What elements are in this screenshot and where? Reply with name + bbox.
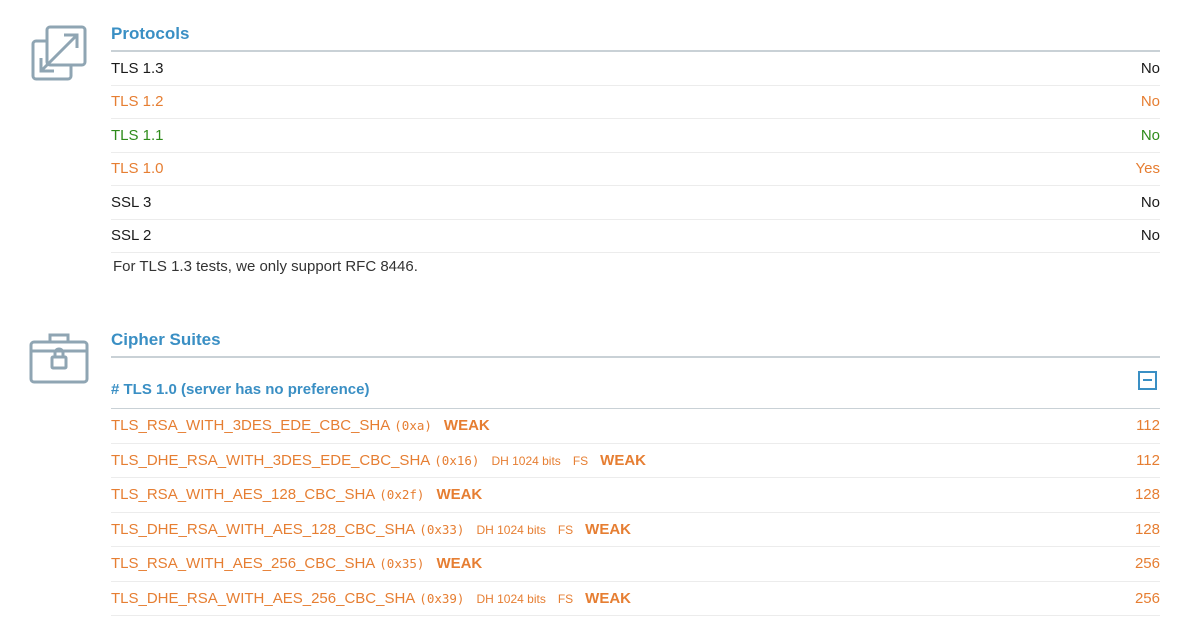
cipher-bits: 256 bbox=[1134, 555, 1160, 573]
cipher-bits: 128 bbox=[1134, 520, 1160, 538]
protocol-supported: No bbox=[1140, 93, 1160, 111]
cipher-name: TLS_DHE_RSA_WITH_AES_256_CBC_SHA bbox=[111, 589, 416, 607]
cipher-bits: 112 bbox=[1136, 417, 1160, 435]
cipher-row: TLS_DHE_RSA_WITH_AES_128_CBC_SHA (0x33) DH… bbox=[111, 513, 1160, 547]
cipher-row: TLS_DHE_RSA_WITH_3DES_EDE_CBC_SHA (0x16) D… bbox=[111, 444, 1160, 478]
cipher-code: (0x39) bbox=[419, 590, 465, 606]
protocol-row: SSL 2 No bbox=[111, 220, 1160, 253]
cipher-fs: FS bbox=[557, 591, 574, 606]
cipher-name: TLS_DHE_RSA_WITH_AES_128_CBC_SHA bbox=[111, 520, 416, 538]
cipher-strength: WEAK bbox=[600, 451, 646, 469]
cipher-code: (0x35) bbox=[379, 556, 425, 572]
protocols-table: TLS 1.3 No TLS 1.2 No TLS 1.1 No TLS 1.0 Yes SSL… bbox=[111, 52, 1160, 253]
group-header-label: # TLS 1.0 (server has no preference) bbox=[111, 380, 370, 398]
cipher-code: (0xa) bbox=[394, 418, 432, 434]
protocols-note: For TLS 1.3 tests, we only support RFC 8… bbox=[113, 258, 418, 275]
cipher-table: TLS_RSA_WITH_3DES_EDE_CBC_SHA (0xa) WEAK 11… bbox=[111, 409, 1160, 616]
cipher-code: (0x33) bbox=[419, 521, 465, 537]
cipher-label: TLS_DHE_RSA_WITH_AES_128_CBC_SHA (0x33) DH… bbox=[111, 521, 1135, 538]
cipher-label: TLS_RSA_WITH_AES_256_CBC_SHA (0x35) WEAK bbox=[111, 555, 1135, 572]
protocol-supported: Yes bbox=[1135, 160, 1160, 178]
protocol-row: TLS 1.2 No bbox=[111, 86, 1160, 119]
cipher-label: TLS_RSA_WITH_3DES_EDE_CBC_SHA (0xa) WEAK bbox=[111, 417, 1136, 434]
cipher-dh: DH 1024 bits bbox=[476, 522, 546, 537]
cipher-row: TLS_DHE_RSA_WITH_AES_256_CBC_SHA (0x39) DH… bbox=[111, 582, 1160, 616]
cipher-strength: WEAK bbox=[585, 520, 631, 538]
protocol-supported: No bbox=[1140, 126, 1160, 144]
lock-briefcase-icon bbox=[28, 326, 90, 388]
cipher-row: TLS_RSA_WITH_AES_128_CBC_SHA (0x2f) WEAK 12… bbox=[111, 478, 1160, 513]
protocol-name: TLS 1.0 bbox=[111, 160, 164, 178]
cipher-strength: WEAK bbox=[436, 486, 483, 504]
tls10-group-header: # TLS 1.0 (server has no preference) bbox=[111, 358, 1160, 409]
cipher-bits: 112 bbox=[1136, 451, 1160, 469]
protocol-name: TLS 1.1 bbox=[111, 126, 164, 144]
protocol-supported: No bbox=[1140, 59, 1160, 77]
cipher-suites-title: Cipher Suites bbox=[111, 320, 1160, 358]
cipher-row: TLS_RSA_WITH_3DES_EDE_CBC_SHA (0xa) WEAK 11… bbox=[111, 409, 1160, 444]
protocol-row: TLS 1.3 No bbox=[111, 52, 1160, 86]
collapse-icon[interactable] bbox=[1138, 370, 1157, 390]
cipher-suites-content: Cipher Suites # TLS 1.0 (server has no p… bbox=[111, 320, 1160, 616]
protocol-supported: No bbox=[1140, 193, 1160, 211]
cipher-strength: WEAK bbox=[585, 589, 631, 607]
cipher-name: TLS_RSA_WITH_3DES_EDE_CBC_SHA bbox=[111, 417, 391, 435]
protocol-name: TLS 1.3 bbox=[111, 59, 164, 77]
protocol-name: TLS 1.2 bbox=[111, 93, 164, 111]
protocol-row: TLS 1.1 No bbox=[111, 119, 1160, 153]
cipher-bits: 256 bbox=[1134, 589, 1160, 607]
cipher-code: (0x16) bbox=[434, 452, 480, 468]
cipher-label: TLS_DHE_RSA_WITH_3DES_EDE_CBC_SHA (0x16) D… bbox=[111, 452, 1136, 469]
protocol-row: SSL 3 No bbox=[111, 186, 1160, 220]
protocol-name: SSL 3 bbox=[111, 193, 152, 211]
cipher-code: (0x2f) bbox=[379, 487, 425, 503]
protocol-name: SSL 2 bbox=[111, 227, 152, 245]
expand-arrows-icon bbox=[28, 22, 90, 84]
cipher-fs: FS bbox=[557, 522, 574, 537]
cipher-dh: DH 1024 bits bbox=[476, 591, 546, 606]
cipher-name: TLS_DHE_RSA_WITH_3DES_EDE_CBC_SHA bbox=[111, 451, 431, 469]
protocol-row: TLS 1.0 Yes bbox=[111, 153, 1160, 186]
cipher-name: TLS_RSA_WITH_AES_256_CBC_SHA bbox=[111, 555, 376, 573]
protocols-title: Protocols bbox=[111, 14, 1160, 52]
cipher-label: TLS_RSA_WITH_AES_128_CBC_SHA (0x2f) WEAK bbox=[111, 486, 1135, 503]
cipher-row: TLS_RSA_WITH_AES_256_CBC_SHA (0x35) WEAK 25… bbox=[111, 547, 1160, 582]
protocol-supported: No bbox=[1140, 227, 1160, 245]
cipher-strength: WEAK bbox=[436, 555, 483, 573]
protocols-content: Protocols TLS 1.3 No TLS 1.2 No TLS 1.1 No TLS… bbox=[111, 14, 1160, 275]
cipher-bits: 128 bbox=[1134, 486, 1160, 504]
cipher-label: TLS_DHE_RSA_WITH_AES_256_CBC_SHA (0x39) DH… bbox=[111, 590, 1135, 607]
cipher-dh: DH 1024 bits bbox=[491, 453, 561, 468]
cipher-name: TLS_RSA_WITH_AES_128_CBC_SHA bbox=[111, 486, 376, 504]
cipher-fs: FS bbox=[572, 453, 589, 468]
cipher-strength: WEAK bbox=[443, 417, 490, 435]
